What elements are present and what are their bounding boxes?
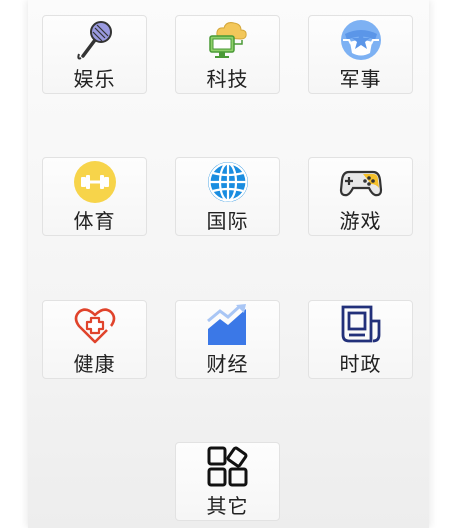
newspaper-icon xyxy=(339,303,383,347)
heart-cross-icon xyxy=(73,303,117,347)
gamepad-icon xyxy=(339,160,383,204)
category-label: 健康 xyxy=(73,352,116,376)
category-health[interactable]: 健康 xyxy=(42,300,147,379)
cloud-computer-icon xyxy=(206,18,250,62)
category-technology[interactable]: 科技 xyxy=(175,15,280,94)
category-label: 军事 xyxy=(339,67,382,91)
category-international[interactable]: 国际 xyxy=(175,157,280,236)
star-badge-icon xyxy=(339,18,383,62)
apps-grid-icon xyxy=(206,445,250,489)
category-label: 游戏 xyxy=(339,209,382,233)
category-politics[interactable]: 时政 xyxy=(308,300,413,379)
category-label: 娱乐 xyxy=(73,67,116,91)
category-label: 时政 xyxy=(339,352,382,376)
category-label: 财经 xyxy=(206,352,249,376)
category-label: 体育 xyxy=(73,209,116,233)
category-finance[interactable]: 财经 xyxy=(175,300,280,379)
dumbbell-icon xyxy=(73,160,117,204)
category-entertainment[interactable]: 娱乐 xyxy=(42,15,147,94)
globe-icon xyxy=(206,160,250,204)
category-other[interactable]: 其它 xyxy=(175,442,280,521)
microphone-icon xyxy=(73,18,117,62)
category-sports[interactable]: 体育 xyxy=(42,157,147,236)
category-military[interactable]: 军事 xyxy=(308,15,413,94)
category-panel: 娱乐 科技 军事 体育 国际 游戏 健康 财经 时政 其它 xyxy=(28,0,429,528)
category-label: 国际 xyxy=(206,209,249,233)
category-games[interactable]: 游戏 xyxy=(308,157,413,236)
category-label: 其它 xyxy=(206,494,249,518)
trend-chart-icon xyxy=(206,303,250,347)
category-label: 科技 xyxy=(206,67,249,91)
